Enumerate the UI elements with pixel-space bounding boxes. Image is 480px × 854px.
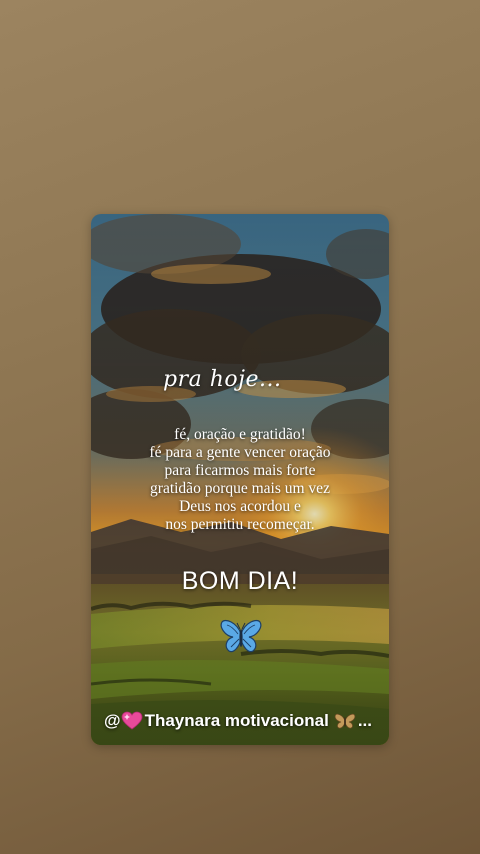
greeting-text: BOM DIA! <box>181 567 299 595</box>
butterfly-icon <box>220 619 262 653</box>
message-line: nos permitiu recomeçar. <box>165 516 315 533</box>
motivational-message: fé, oração e gratidão! fé para a gente v… <box>91 426 389 534</box>
signature-name: Thaynara motivacional <box>144 711 329 730</box>
message-line: para ficarmos mais forte <box>164 462 316 479</box>
message-line: fé, oração e gratidão! <box>174 426 306 443</box>
author-signature[interactable]: @ Thaynara motivacional ... <box>104 711 372 731</box>
message-line: fé para a gente vencer oração <box>149 444 331 461</box>
butterfly-icon <box>334 713 356 729</box>
script-title: pra hoje... <box>163 367 282 392</box>
signature-ellipsis: ... <box>357 711 372 730</box>
message-line: Deus nos acordou e <box>179 498 301 515</box>
story-card[interactable]: pra hoje... fé, oração e gratidão! fé pa… <box>91 214 389 745</box>
sparkling-heart-icon <box>121 711 142 730</box>
signature-prefix: @ <box>104 711 121 730</box>
message-line: gratidão porque mais um vez <box>150 480 330 497</box>
